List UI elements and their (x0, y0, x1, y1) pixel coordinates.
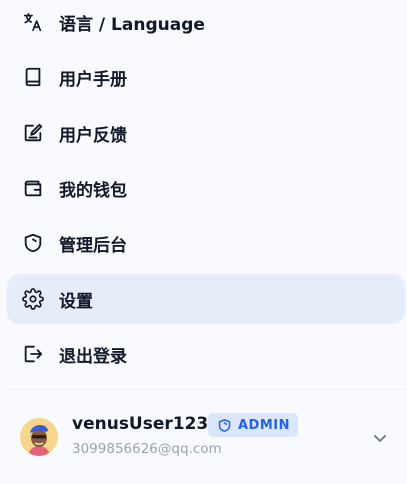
menu-item-settings[interactable]: 设置 (7, 274, 405, 324)
logout-icon (21, 342, 45, 366)
gear-icon (21, 287, 45, 311)
chevron-down-icon[interactable] (370, 428, 390, 448)
shield-icon (218, 418, 231, 432)
menu-item-wallet[interactable]: 我的钱包 (7, 163, 405, 213)
shield-icon (21, 231, 45, 255)
role-label: ADMIN (238, 417, 291, 433)
menu-item-language[interactable]: 语言 / Language (7, 0, 405, 47)
book-icon (21, 65, 45, 89)
translate-icon (21, 10, 45, 34)
wallet-icon (21, 176, 45, 200)
menu-item-label: 用户反馈 (59, 125, 127, 146)
menu-item-logout[interactable]: 退出登录 (7, 329, 405, 379)
menu-item-label: 设置 (59, 291, 93, 312)
menu-item-label: 语言 / Language (59, 14, 205, 35)
menu-item-label: 用户手册 (59, 69, 127, 90)
username: venusUser123 (72, 414, 209, 434)
user-profile[interactable]: venusUser123 ADMIN 3099856626@qq.com (0, 400, 407, 474)
feedback-edit-icon (21, 121, 45, 145)
avatar (20, 418, 58, 456)
menu-item-feedback[interactable]: 用户反馈 (7, 108, 405, 158)
menu-item-label: 管理后台 (59, 235, 127, 256)
menu-item-label: 退出登录 (59, 346, 127, 367)
menu-item-admin-panel[interactable]: 管理后台 (7, 218, 405, 268)
user-email: 3099856626@qq.com (72, 441, 222, 457)
role-badge: ADMIN (208, 413, 298, 437)
menu-divider (7, 389, 405, 390)
menu-item-label: 我的钱包 (59, 180, 127, 201)
menu-item-user-manual[interactable]: 用户手册 (7, 52, 405, 102)
